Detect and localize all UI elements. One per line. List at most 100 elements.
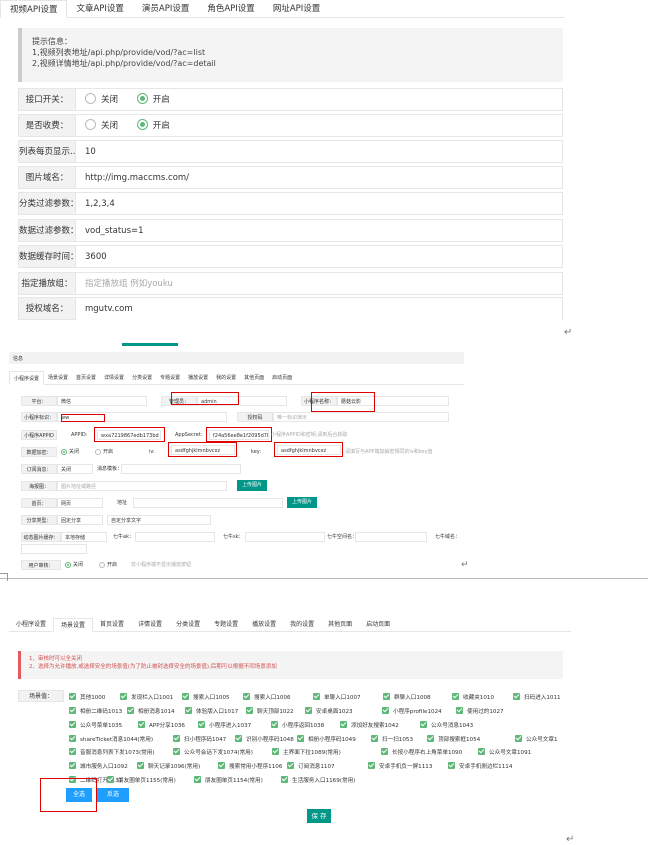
- review-off[interactable]: 关闭: [65, 560, 83, 570]
- upload-button[interactable]: 上传图片: [287, 497, 318, 508]
- tab-category-settings[interactable]: 分类设置: [128, 371, 156, 384]
- scene-checkbox[interactable]: 生活服务入口1169(常用): [281, 776, 355, 786]
- scene-checkbox[interactable]: 扫码进入1011: [513, 693, 561, 703]
- tab-topic-settings[interactable]: 专题设置: [156, 371, 184, 384]
- scene-checkbox[interactable]: 安卓桌面1023: [305, 707, 353, 717]
- tab-launch-page[interactable]: 启动页面: [359, 618, 397, 631]
- pic-domain-input[interactable]: http://img.maccms.com/: [76, 166, 563, 189]
- tab-topic-settings[interactable]: 专题设置: [207, 618, 245, 631]
- scene-checkbox[interactable]: 小程序profile1024: [382, 707, 442, 717]
- scene-checkbox[interactable]: 订阅消息1107: [287, 762, 335, 772]
- tab-detail-settings[interactable]: 详情设置: [100, 371, 128, 384]
- charge-on[interactable]: 开启: [136, 115, 170, 138]
- scene-checkbox[interactable]: 公众号消息1043: [420, 721, 473, 731]
- scene-checkbox[interactable]: APP分享1036: [138, 721, 185, 731]
- invert-selection-button[interactable]: 反选: [97, 788, 129, 802]
- share-img-input[interactable]: 图片地址或路径: [57, 481, 227, 491]
- scene-checkbox[interactable]: 识别小程序码1048: [235, 735, 294, 745]
- dyn-img-select[interactable]: 本地存储: [61, 532, 107, 542]
- scene-checkbox[interactable]: 扫小程序码1047: [173, 735, 226, 745]
- scene-checkbox[interactable]: 发现栏入口1001: [120, 693, 173, 703]
- scene-checkbox[interactable]: 聊天顶部1022: [246, 707, 294, 717]
- review-on[interactable]: 开启: [99, 560, 117, 570]
- scene-checkbox[interactable]: 小程序返回1038: [271, 721, 324, 731]
- scene-checkbox[interactable]: 长按小程序右上角菜单1090: [381, 748, 462, 758]
- scene-checkbox[interactable]: 聊天记录1096(常用): [137, 762, 200, 772]
- tpl-input[interactable]: [121, 464, 241, 474]
- scene-checkbox[interactable]: 扫一扫1053: [371, 735, 413, 745]
- save-button[interactable]: 保 存: [307, 809, 331, 823]
- tab-my-settings[interactable]: 我的设置: [283, 618, 321, 631]
- scene-checkbox[interactable]: 朋友圈单页1154(常用): [194, 776, 263, 786]
- tab-website-api[interactable]: 网址API设置: [264, 0, 329, 18]
- tab-other-pages[interactable]: 其他页面: [321, 618, 359, 631]
- data-filter-input[interactable]: vod_status=1: [76, 219, 563, 242]
- seven-domain-input[interactable]: [21, 544, 87, 554]
- scene-checkbox[interactable]: shareTicket消息1044(常用): [69, 735, 153, 745]
- addr-input[interactable]: [133, 498, 283, 508]
- tab-my-settings[interactable]: 我的设置: [212, 371, 240, 384]
- scene-checkbox[interactable]: 单聊入口1007: [313, 693, 361, 703]
- auth-domain-input[interactable]: mgutv.com: [76, 297, 563, 320]
- scene-checkbox[interactable]: 添加好友搜索1042: [340, 721, 399, 731]
- seven-ak-input[interactable]: [135, 532, 215, 542]
- encrypt-off[interactable]: 关闭: [61, 447, 79, 457]
- scene-checkbox[interactable]: 体验版入口1017: [185, 707, 238, 717]
- tab-home-settings[interactable]: 首页设置: [93, 618, 131, 631]
- page-size-input[interactable]: 10: [76, 140, 563, 163]
- scene-checkbox[interactable]: 安卓手机负一屏1113: [368, 762, 432, 772]
- api-switch-on[interactable]: 开启: [136, 89, 170, 112]
- scene-checkbox[interactable]: 公众号会话下发1074(常用): [173, 748, 253, 758]
- scene-checkbox[interactable]: 相册二维码1013: [69, 707, 122, 717]
- share-text-input[interactable]: 自定分享文字: [107, 515, 211, 525]
- scene-checkbox[interactable]: 相册消息1014: [127, 707, 175, 717]
- tab-scene-settings[interactable]: 场景设置: [53, 618, 94, 632]
- scene-checkbox[interactable]: 城市服务入口1092: [69, 762, 128, 772]
- api-switch-off[interactable]: 关闭: [85, 89, 118, 112]
- scene-checkbox[interactable]: 相册小程序码1049: [297, 735, 356, 745]
- tab-launch-page[interactable]: 启动页面: [268, 371, 296, 384]
- tab-category-settings[interactable]: 分类设置: [169, 618, 207, 631]
- type-filter-input[interactable]: 1,2,3,4: [76, 192, 563, 215]
- home-select[interactable]: 网页: [57, 498, 103, 508]
- scene-checkbox[interactable]: 公众号菜单1035: [69, 721, 122, 731]
- tab-other-pages[interactable]: 其他页面: [240, 371, 268, 384]
- tab-article-api[interactable]: 文章API设置: [67, 0, 132, 18]
- platform-input[interactable]: 微信: [57, 396, 147, 406]
- seven-space-input[interactable]: [355, 532, 427, 542]
- scene-checkbox[interactable]: 音服消息列表下发1073(常用): [69, 748, 155, 758]
- scene-checkbox[interactable]: 搜索入口1005: [182, 693, 230, 703]
- tab-actor-api[interactable]: 演员API设置: [133, 0, 198, 18]
- upload-button[interactable]: 上传图片: [237, 480, 268, 491]
- sub-msg-select[interactable]: 关闭: [57, 464, 93, 474]
- tab-scene-settings[interactable]: 场景设置: [44, 371, 72, 384]
- scene-checkbox[interactable]: 小程序进入1037: [198, 721, 251, 731]
- share-type-select[interactable]: 固定分享: [57, 515, 103, 525]
- seven-sk-input[interactable]: [245, 532, 325, 542]
- scene-checkbox[interactable]: 搜索入口1006: [243, 693, 291, 703]
- scene-checkbox[interactable]: 公众号文章1091: [478, 748, 531, 758]
- play-group-input[interactable]: 指定播放组 例如youku: [76, 272, 563, 295]
- tab-role-api[interactable]: 角色API设置: [198, 0, 263, 18]
- scene-checkbox[interactable]: 使用过的1027: [456, 707, 504, 717]
- scene-checkbox[interactable]: 主界面下拉1089(常用): [272, 748, 341, 758]
- auth-code-input[interactable]: 唯一标识演示: [273, 412, 449, 422]
- scene-checkbox[interactable]: 安卓手机侧边栏1114: [448, 762, 512, 772]
- tab-video-api[interactable]: 视频API设置: [0, 0, 68, 18]
- scene-checkbox[interactable]: 群聊入口1008: [383, 693, 431, 703]
- tab-home-settings[interactable]: 首页设置: [72, 371, 100, 384]
- tab-mp-settings[interactable]: 小程序设置: [9, 618, 53, 631]
- scene-checkbox[interactable]: 收藏夹1010: [452, 693, 494, 703]
- tab-detail-settings[interactable]: 详情设置: [131, 618, 169, 631]
- charge-off[interactable]: 关闭: [85, 115, 118, 138]
- tab-play-settings[interactable]: 播放设置: [245, 618, 283, 631]
- cache-time-input[interactable]: 3600: [76, 245, 563, 268]
- scene-checkbox[interactable]: 搜索常用小程序1106: [218, 762, 282, 772]
- scene-checkbox[interactable]: 公众号文章1: [515, 735, 558, 745]
- scene-checkbox[interactable]: 朋友圈单页1155(常用): [107, 776, 176, 786]
- scene-checkbox[interactable]: 顶部搜索框1054: [427, 735, 480, 745]
- tab-play-settings[interactable]: 播放设置: [184, 371, 212, 384]
- tab-mp-settings[interactable]: 小程序设置: [9, 371, 45, 385]
- scene-checkbox[interactable]: 其他1000: [69, 693, 105, 703]
- encrypt-on[interactable]: 开启: [95, 447, 113, 457]
